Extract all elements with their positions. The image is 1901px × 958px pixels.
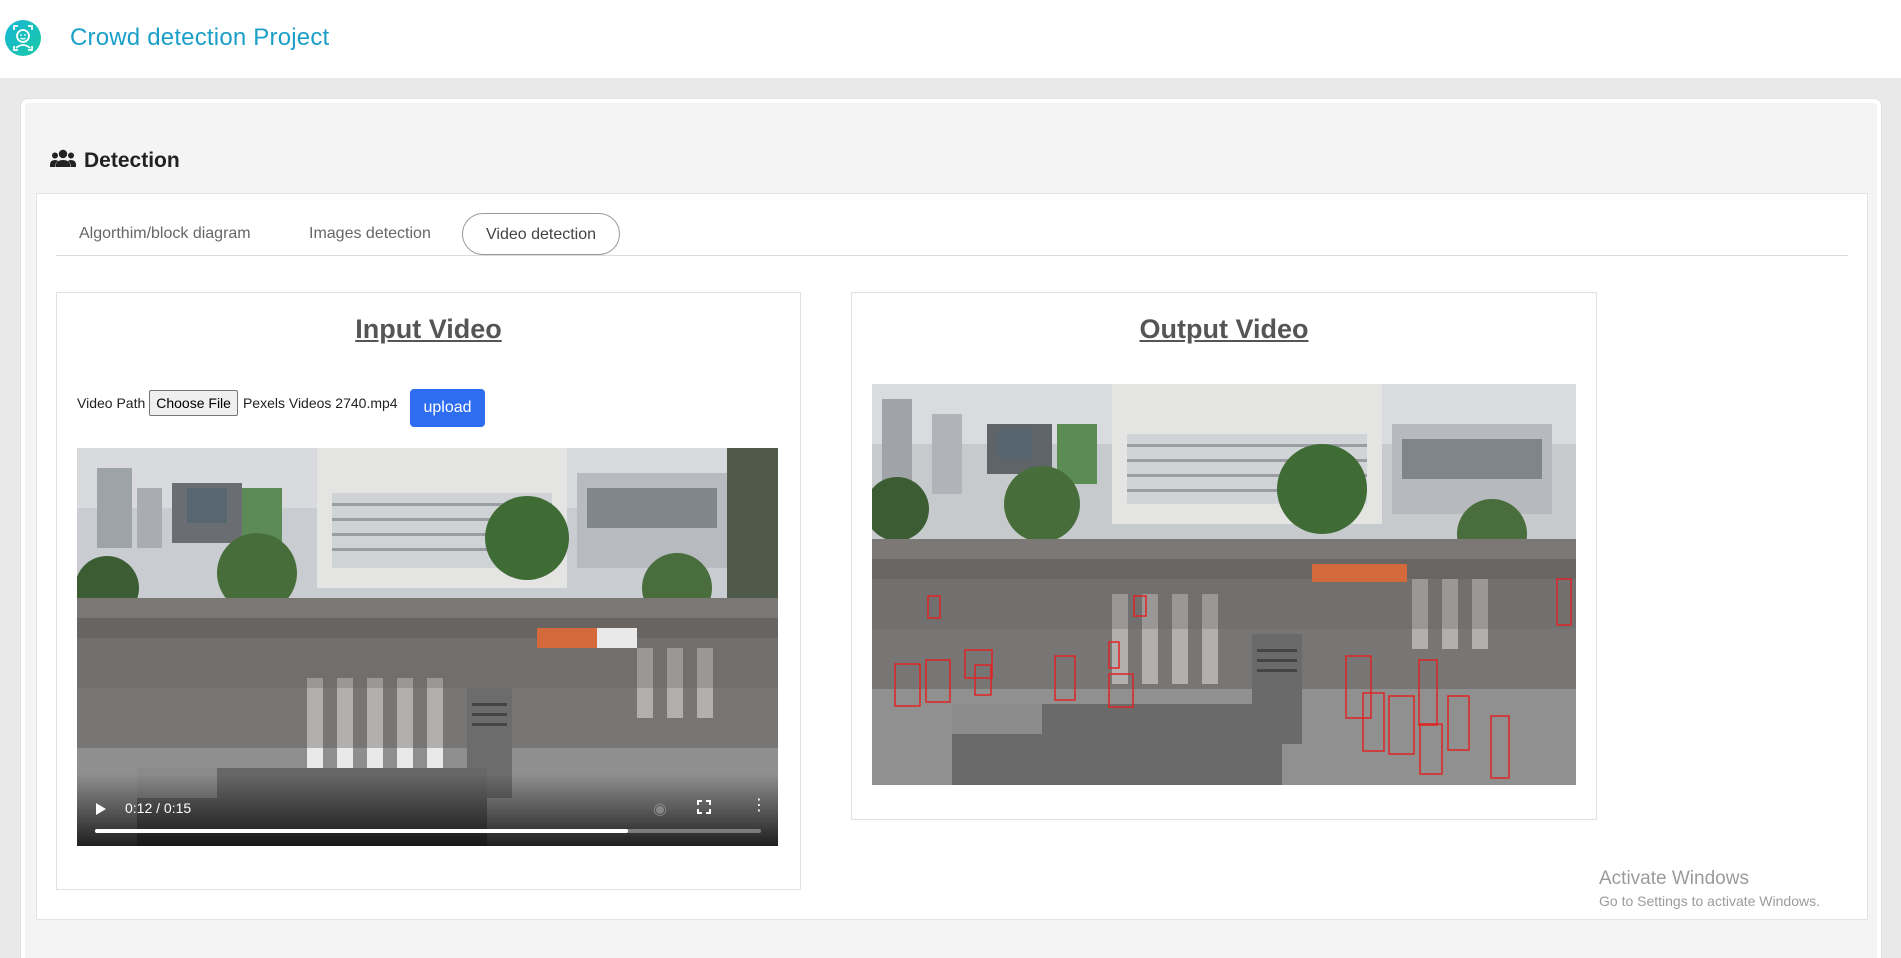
video-controls: 0:12 / 0:15 ◉ ⋮	[77, 774, 778, 846]
tab-bar: Algorthim/block diagram Images detection…	[56, 213, 1848, 256]
output-video-title: Output Video	[1139, 314, 1309, 344]
tab-images-detection[interactable]: Images detection	[286, 213, 454, 255]
watermark-subtitle: Go to Settings to activate Windows.	[1599, 893, 1820, 909]
file-input-row: Video Path Choose File Pexels Videos 274…	[77, 390, 398, 416]
output-frame-image	[872, 384, 1576, 785]
face-scan-logo-icon	[4, 15, 42, 61]
input-video-player[interactable]: 0:12 / 0:15 ◉ ⋮	[77, 448, 778, 846]
input-video-title: Input Video	[355, 314, 502, 344]
watermark-title: Activate Windows	[1599, 868, 1749, 889]
more-options-icon[interactable]: ⋮	[751, 798, 767, 814]
section-title: Detection	[84, 148, 180, 172]
video-progress-fill	[95, 829, 628, 833]
input-video-panel: Input Video Video Path Choose File Pexel…	[56, 292, 801, 890]
section-header: Detection	[50, 148, 180, 173]
users-icon	[50, 148, 76, 173]
play-icon[interactable]	[96, 803, 106, 815]
upload-button[interactable]: upload	[410, 389, 485, 427]
top-bar: Crowd detection Project	[0, 0, 1901, 78]
tab-algorithm-block-diagram[interactable]: Algorthim/block diagram	[56, 213, 274, 255]
volume-icon[interactable]: ◉	[653, 799, 667, 819]
app-title[interactable]: Crowd detection Project	[70, 24, 329, 52]
windows-activation-watermark: Activate Windows Go to Settings to activ…	[1599, 868, 1820, 909]
fullscreen-icon[interactable]	[697, 800, 711, 814]
video-path-label: Video Path	[77, 395, 146, 411]
choose-file-button[interactable]: Choose File	[149, 390, 238, 416]
video-progress-bar[interactable]	[95, 829, 761, 833]
tab-video-detection[interactable]: Video detection	[462, 213, 621, 255]
video-time: 0:12 / 0:15	[125, 800, 192, 816]
output-video-frame	[872, 384, 1576, 785]
output-video-panel: Output Video	[851, 292, 1597, 820]
selected-file-name: Pexels Videos 2740.mp4	[242, 395, 398, 411]
